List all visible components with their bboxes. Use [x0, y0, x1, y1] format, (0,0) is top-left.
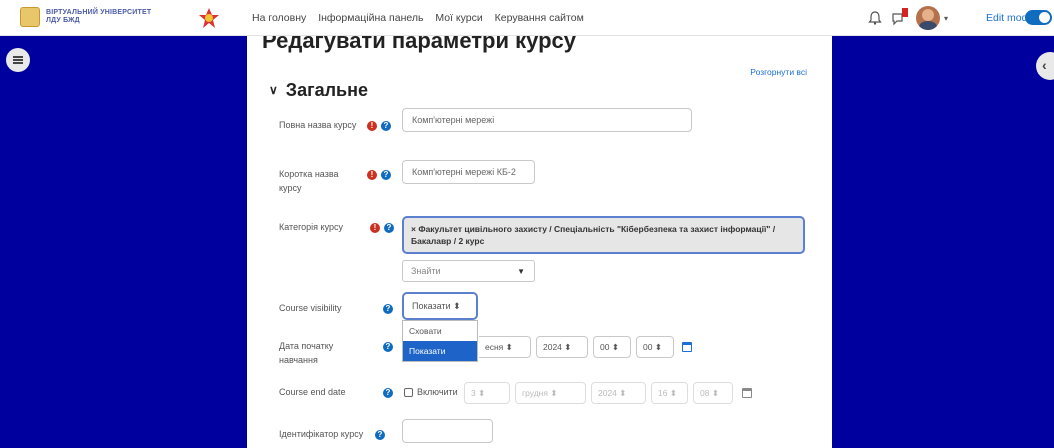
enddate-enable-checkbox[interactable] [404, 388, 413, 397]
edit-mode-toggle[interactable] [1025, 10, 1052, 25]
category-label: Категорія курсу [279, 222, 343, 232]
dropdown-arrow-icon: ▼ [517, 267, 525, 276]
help-icon[interactable]: ? [383, 342, 393, 352]
section-title: Загальне [285, 80, 368, 100]
main-content: Редагувати параметри курсу Розгорнути вс… [247, 36, 832, 448]
startdate-hour-select[interactable]: 00 ⬍ [593, 336, 631, 358]
nav-my-courses-link[interactable]: Мої курси [435, 12, 482, 24]
chevron-left-icon: ‹ [1042, 57, 1047, 73]
idnumber-label: Ідентифікатор курсу [279, 429, 364, 439]
calendar-icon[interactable] [742, 388, 752, 398]
startdate-icons: ? [383, 342, 397, 354]
page-title: Редагувати параметри курсу [262, 36, 576, 53]
visibility-label: Course visibility [279, 303, 342, 313]
enddate-enable-label: Включити [417, 387, 458, 397]
fullname-field[interactable]: Комп'ютерні мережі [402, 108, 692, 132]
help-icon[interactable]: ? [384, 223, 394, 233]
visibility-option-show[interactable]: Показати [403, 341, 477, 361]
site-logo[interactable]: ВІРТУАЛЬНИЙ УНІВЕРСИТЕТ ЛДУ БЖД [20, 7, 230, 29]
required-icon: ! [367, 121, 377, 131]
section-general-header[interactable]: ∨ Загальне [269, 80, 368, 101]
enddate-icons: ? [383, 388, 397, 400]
user-menu-chevron-down-icon[interactable]: ▾ [944, 14, 948, 23]
help-icon[interactable]: ? [375, 430, 385, 440]
enddate-minute-select[interactable]: 08 ⬍ [693, 382, 733, 404]
shortname-field[interactable]: Комп'ютерні мережі КБ-2 [402, 160, 535, 184]
category-icons: !? [370, 223, 398, 235]
fullname-icons: !? [367, 121, 395, 133]
user-avatar[interactable] [916, 6, 940, 30]
enddate-hour-select[interactable]: 16 ⬍ [651, 382, 688, 404]
idnumber-field[interactable] [402, 419, 493, 443]
shortname-icons: !? [367, 170, 395, 182]
category-selection[interactable]: × Факультет цивільного захисту / Спеціал… [402, 216, 805, 254]
user-controls: ▾ Edit mode [834, 0, 1054, 36]
chevron-down-icon: ∨ [269, 83, 278, 97]
nav-dashboard-link[interactable]: Інформаційна панель [318, 12, 423, 24]
startdate-minute-select[interactable]: 00 ⬍ [636, 336, 674, 358]
top-navbar: ВІРТУАЛЬНИЙ УНІВЕРСИТЕТ ЛДУ БЖД На голов… [0, 0, 1054, 36]
primary-navigation: На головну Інформаційна панель Мої курси… [252, 12, 593, 24]
startdate-month-select[interactable]: есня ⬍ [479, 336, 531, 358]
notifications-bell-icon[interactable] [868, 11, 882, 25]
help-icon[interactable]: ? [383, 388, 393, 398]
enddate-month-select[interactable]: грудня ⬍ [515, 382, 586, 404]
nav-home-link[interactable]: На головну [252, 12, 306, 24]
required-icon: ! [370, 223, 380, 233]
expand-all-link[interactable]: Розгорнути всі [750, 67, 807, 77]
calendar-icon[interactable] [682, 342, 692, 352]
visibility-icons: ? [383, 304, 397, 316]
enddate-label: Course end date [279, 387, 346, 397]
startdate-label: Дата початку навчання [279, 341, 334, 365]
shortname-label: Коротка назва курсу [279, 169, 339, 193]
emblem-icon [199, 8, 219, 28]
open-block-drawer-button[interactable]: ‹ [1036, 52, 1054, 80]
category-search-placeholder: Знайти [411, 266, 441, 276]
visibility-option-hide[interactable]: Сховати [403, 321, 477, 341]
category-tag[interactable]: × Факультет цивільного захисту / Спеціал… [411, 224, 775, 246]
startdate-year-select[interactable]: 2024 ⬍ [536, 336, 588, 358]
visibility-select[interactable]: Показати ⬍ [402, 292, 478, 320]
logo-text: ВІРТУАЛЬНИЙ УНІВЕРСИТЕТ ЛДУ БЖД [46, 9, 152, 24]
help-icon[interactable]: ? [381, 121, 391, 131]
messages-badge [902, 8, 908, 17]
idnumber-icons: ? [375, 430, 389, 442]
fullname-label: Повна назва курсу [279, 120, 357, 130]
help-icon[interactable]: ? [381, 170, 391, 180]
open-course-index-button[interactable] [6, 48, 30, 72]
category-search-select[interactable]: Знайти ▼ [402, 260, 535, 282]
university-crest-icon [20, 7, 40, 27]
menu-icon [13, 56, 23, 58]
enddate-day-select[interactable]: 3 ⬍ [464, 382, 510, 404]
required-icon: ! [367, 170, 377, 180]
visibility-dropdown: Сховати Показати [402, 320, 478, 362]
help-icon[interactable]: ? [383, 304, 393, 314]
messages-icon[interactable] [891, 8, 908, 26]
enddate-year-select[interactable]: 2024 ⬍ [591, 382, 646, 404]
nav-site-admin-link[interactable]: Керування сайтом [495, 12, 584, 24]
